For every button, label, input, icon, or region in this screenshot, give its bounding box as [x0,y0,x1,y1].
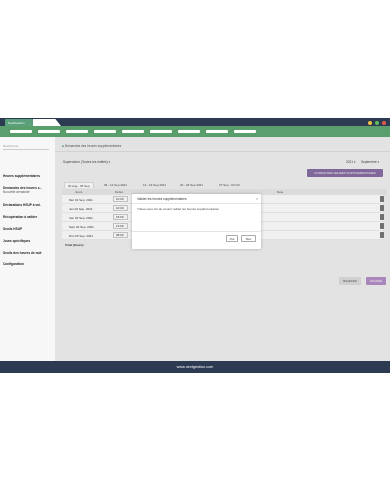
sidebar-item-label: Jours spécifiques [3,239,31,243]
dialog-message-text: Etes-vous sûr de vouloir valider les heu… [139,207,219,211]
browser-tab[interactable]: NextGestion [5,119,33,126]
menu-item[interactable] [206,130,228,133]
question-icon: ? [137,207,139,211]
menu-item[interactable] [10,130,32,133]
maximize-icon[interactable] [375,120,379,125]
sidebar-item-label: Seuils HSUP [3,227,23,231]
footer-link[interactable]: www.nextgestion.com [177,365,214,369]
cancel-button[interactable]: Non [241,235,256,242]
sidebar-item-seuils-nuit[interactable]: Seuils des heures de nuit [3,251,53,256]
menu-item[interactable] [234,130,256,133]
sidebar-item-seuils-hsup[interactable]: Seuils HSUP [3,227,53,232]
menu-item[interactable] [94,130,116,133]
yes-button[interactable]: Oui [226,235,238,242]
new-tab[interactable] [33,119,61,126]
sidebar-item-recuperation[interactable]: Récupération à valider [3,215,53,220]
sidebar-item-declarations[interactable]: Déclarations HSUP à val. [3,203,53,208]
sidebar-item-label: Configuration [3,262,24,266]
minimize-icon[interactable] [368,120,372,125]
sidebar-item-label: Déclarations HSUP à val. [3,203,41,207]
menu-item[interactable] [178,130,200,133]
sidebar-item-heures-supplementaires[interactable]: Heures supplémentaires [3,174,53,179]
modal-backdrop [55,137,390,361]
footer: www.nextgestion.com [0,361,390,373]
menu-item[interactable] [66,130,88,133]
sidebar-search-select[interactable]: Rechercher [3,144,49,150]
divider [132,203,261,204]
dialog-title: Valider les heures supplémentaires [137,197,187,201]
window-titlebar: NextGestion [0,118,390,126]
sidebar-item-label: Récupération à valider [3,215,38,219]
divider [132,231,261,232]
menu-item[interactable] [38,130,60,133]
sidebar-subitem-nouvelle-demande[interactable]: Nouvelle demande [3,190,30,194]
sidebar: Rechercher Heures supplémentaires Demand… [0,137,55,361]
sidebar-item-jours-specifiques[interactable]: Jours spécifiques [3,239,53,244]
sidebar-item-configuration[interactable]: Configuration [3,262,53,267]
dialog-message: ? Etes-vous sûr de vouloir valider les h… [137,207,219,211]
sidebar-item-demandes[interactable]: Demandes des heures s... Nouvelle demande [3,186,53,194]
confirm-dialog: Valider les heures supplémentaires × ? E… [132,194,261,249]
sidebar-item-label: Heures supplémentaires [3,174,41,178]
close-icon[interactable] [382,120,386,125]
menu-item[interactable] [150,130,172,133]
menu-item[interactable] [122,130,144,133]
sidebar-item-label: Seuils des heures de nuit [3,251,42,255]
app-window: NextGestion Rechercher Heures supplément… [0,118,390,373]
close-icon[interactable]: × [256,196,258,201]
top-menu-bar [0,126,390,137]
